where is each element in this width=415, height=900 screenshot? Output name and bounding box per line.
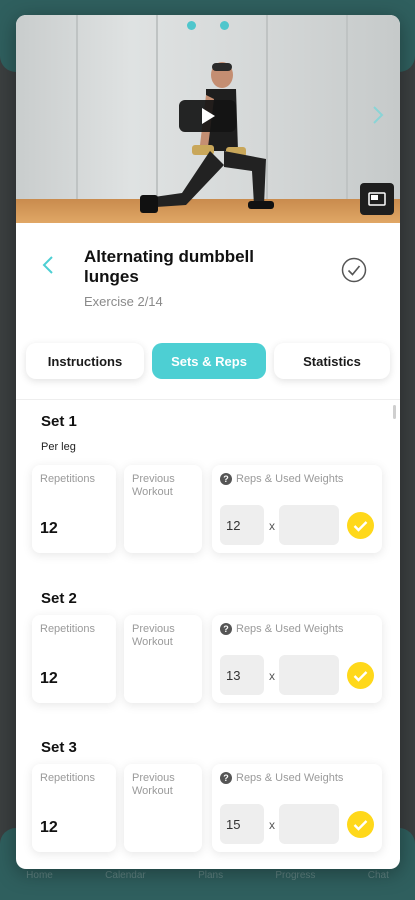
bg-tab-progress: Progress (275, 870, 316, 881)
previous-workout-label: Previous Workout (132, 473, 175, 498)
play-button[interactable] (179, 100, 236, 132)
reps-weights-card: ? Reps & Used Weights 15 x (212, 764, 382, 852)
repetitions-label: Repetitions (40, 623, 96, 635)
previous-workout-label: Previous Workout (132, 623, 175, 648)
tab-sets-reps[interactable]: Sets & Reps (152, 343, 266, 379)
set-title: Set 2 (41, 590, 77, 607)
previous-workout-card: Previous Workout (124, 615, 202, 703)
pip-icon (368, 192, 386, 206)
reps-weights-text: Reps & Used Weights (236, 772, 344, 784)
tab-statistics[interactable]: Statistics (274, 343, 390, 379)
repetitions-value: 12 (40, 520, 58, 537)
carousel-dot[interactable] (187, 21, 196, 30)
check-icon (353, 819, 368, 831)
weight-input[interactable] (279, 655, 339, 695)
check-icon (353, 520, 368, 532)
picture-in-picture-button[interactable] (360, 183, 394, 215)
background-tab-labels: Home Calendar Plans Progress Chat (0, 870, 415, 886)
repetitions-value: 12 (40, 670, 58, 687)
help-icon[interactable]: ? (220, 772, 232, 784)
repetitions-label: Repetitions (40, 772, 96, 784)
weight-input[interactable] (279, 505, 339, 545)
bg-tab-home: Home (26, 870, 53, 881)
weight-input[interactable] (279, 804, 339, 844)
next-video-button[interactable] (372, 105, 384, 130)
reps-weights-label: ? Reps & Used Weights (220, 473, 343, 485)
bg-tab-plans: Plans (198, 870, 224, 881)
chevron-right-icon (373, 106, 384, 124)
bg-tab-chat: Chat (367, 870, 389, 881)
help-icon[interactable]: ? (220, 623, 232, 635)
help-icon[interactable]: ? (220, 473, 232, 485)
chevron-left-icon (42, 256, 53, 274)
reps-weights-text: Reps & Used Weights (236, 623, 344, 635)
repetitions-value: 12 (40, 819, 58, 836)
set-done-button[interactable] (347, 662, 374, 689)
carousel-dots (16, 21, 400, 30)
exercise-tabs: Instructions Sets & Reps Statistics (26, 343, 390, 379)
repetitions-card: Repetitions 12 (32, 764, 116, 852)
set-note: Per leg (41, 441, 76, 453)
complete-exercise-button[interactable] (341, 257, 367, 283)
repetitions-label: Repetitions (40, 473, 96, 485)
reps-input[interactable]: 15 (220, 804, 264, 844)
exercise-subtitle: Exercise 2/14 (84, 294, 163, 309)
set-title: Set 1 (41, 413, 77, 430)
repetitions-card: Repetitions 12 (32, 465, 116, 553)
set-done-button[interactable] (347, 811, 374, 838)
previous-workout-card: Previous Workout (124, 764, 202, 852)
times-sign: x (269, 519, 275, 533)
reps-weights-card: ? Reps & Used Weights 12 x (212, 465, 382, 553)
exercise-modal: Alternating dumbbell lunges Exercise 2/1… (16, 15, 400, 869)
scrollbar[interactable] (393, 405, 396, 419)
repetitions-card: Repetitions 12 (32, 615, 116, 703)
exercise-video[interactable] (16, 15, 400, 223)
reps-input[interactable]: 13 (220, 655, 264, 695)
bg-tab-calendar: Calendar (105, 870, 146, 881)
exercise-title: Alternating dumbbell lunges (84, 247, 254, 286)
reps-weights-label: ? Reps & Used Weights (220, 772, 343, 784)
back-button[interactable] (42, 255, 54, 280)
reps-input[interactable]: 12 (220, 505, 264, 545)
carousel-dot[interactable] (220, 21, 229, 30)
set-title: Set 3 (41, 739, 77, 756)
tab-instructions[interactable]: Instructions (26, 343, 144, 379)
reps-weights-card: ? Reps & Used Weights 13 x (212, 615, 382, 703)
reps-weights-text: Reps & Used Weights (236, 473, 344, 485)
play-icon (201, 108, 215, 124)
previous-workout-label: Previous Workout (132, 772, 175, 797)
times-sign: x (269, 818, 275, 832)
check-icon (353, 670, 368, 682)
divider (16, 399, 400, 400)
times-sign: x (269, 669, 275, 683)
set-done-button[interactable] (347, 512, 374, 539)
previous-workout-card: Previous Workout (124, 465, 202, 553)
reps-weights-label: ? Reps & Used Weights (220, 623, 343, 635)
athlete-figure (140, 62, 274, 213)
